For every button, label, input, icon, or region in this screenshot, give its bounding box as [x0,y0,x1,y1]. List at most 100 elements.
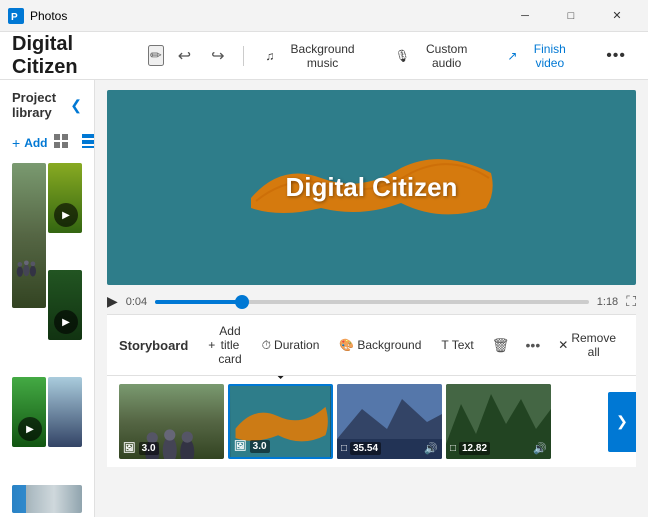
scrubber-thumb[interactable] [235,295,249,309]
film-item-label-4: □ 12.82 [450,442,490,455]
minimize-button[interactable]: ─ [502,0,548,32]
media-item-2[interactable]: ▶ [48,163,82,233]
text-icon: T [441,338,448,352]
close-button[interactable]: ✕ [594,0,640,32]
add-media-button[interactable]: + Add [12,135,48,151]
add-title-card-button[interactable]: + Add title card [200,321,249,369]
add-title-icon: + [208,338,215,352]
film-icon-1: 🖼 [123,443,136,454]
text-label: Text [452,338,474,352]
scrubber-bar: ▶ 0:04 1:18 ⛶ [107,285,636,314]
film-duration-4: 12.82 [459,442,490,455]
storyboard-title: Storyboard [119,338,188,353]
remove-all-button[interactable]: ✕ Remove all [550,328,624,362]
filmstrip-item-2[interactable]: 🖼 3.0 [228,384,333,459]
filmstrip-scroll-right[interactable]: ❯ [608,392,636,452]
more-options-button[interactable]: ••• [596,43,636,69]
play-button[interactable]: ▶ [107,293,118,310]
music-icon: ♫ [265,49,274,63]
main-layout: Project library ❮ + Add [0,80,648,517]
audio-indicator-3: 🔊 [424,442,438,455]
custom-audio-label: Custom audio [414,42,479,70]
preview-title: Digital Citizen [286,172,458,203]
project-title: Digital Citizen [12,33,132,79]
duration-button[interactable]: ⏱ Duration [254,335,328,356]
film-duration-1: 3.0 [139,442,159,455]
media-item-3[interactable]: ▶ [48,270,82,340]
film-icon-4: □ [450,443,456,454]
custom-audio-button[interactable]: 🎙 Custom audio [385,38,490,74]
background-icon: 🎨 [339,338,354,352]
storyboard-toolbar: Storyboard + Add title card ⏱ Duration 🎨… [107,315,636,376]
finish-video-button[interactable]: ↗ Finish video [497,38,588,74]
audio-indicator-4: 🔊 [533,442,547,455]
duration-icon: ⏱ [262,338,271,353]
list-view-button[interactable] [76,130,95,155]
window-controls: ─ □ ✕ [502,0,640,32]
text-button[interactable]: T Text [433,335,481,355]
separator-1 [243,46,244,66]
film-duration-3: 35.54 [350,442,381,455]
add-label: Add [24,136,47,150]
media-thumbnail-1 [12,221,46,308]
storyboard-section: Storyboard + Add title card ⏱ Duration 🎨… [107,314,636,467]
maximize-button[interactable]: □ [548,0,594,32]
add-icon: + [12,135,20,151]
view-toggle [48,130,95,155]
media-item-5[interactable] [48,377,82,447]
filmstrip-item-4[interactable]: □ 12.82 🔊 [446,384,551,459]
filmstrip-item-3[interactable]: □ 35.54 🔊 [337,384,442,459]
video-preview: Digital Citizen [107,90,636,285]
window-title: Photos [30,9,67,23]
panel-header: Project library ❮ [0,80,94,126]
remove-label: Remove all [571,331,616,359]
current-time: 0:04 [126,296,147,308]
undo-button[interactable]: ↩ [172,42,197,70]
more-storyboard-button[interactable]: ••• [520,334,547,356]
media-item-1[interactable] [12,163,46,308]
grid-icon [53,133,69,149]
filmstrip: 🖼 3.0 Title card 🖼 3.0 [107,376,636,467]
background-label: Background [357,338,421,352]
add-bar: + Add [0,126,94,163]
list-icon [81,133,95,149]
add-title-label: Add title card [218,324,241,366]
film-icon-3: □ [341,443,347,454]
scrubber-track[interactable] [155,300,589,304]
redo-button[interactable]: ↪ [205,42,230,70]
film-item-label-1: 🖼 3.0 [123,442,159,455]
scrubber-fill [155,300,242,304]
play-overlay-2[interactable]: ▶ [54,203,78,227]
trash-button[interactable]: 🗑 [486,334,516,357]
film-item-label-3: □ 35.54 [341,442,381,455]
grid-view-button[interactable] [48,130,74,155]
play-overlay-3[interactable]: ▶ [54,310,78,334]
bg-music-label: Background music [278,42,366,70]
finish-video-label: Finish video [521,42,578,70]
finish-icon: ↗ [507,49,517,63]
strip-marker [12,485,26,513]
remove-icon: ✕ [558,338,568,352]
filmstrip-item-1[interactable]: 🖼 3.0 [119,384,224,459]
right-panel: Digital Citizen ▶ 0:04 1:18 ⛶ Storyboard… [95,80,648,517]
svg-text:P: P [11,12,18,23]
media-strip [12,485,82,513]
film-duration-2: 3.0 [250,440,270,453]
bg-music-button[interactable]: ♫ Background music [255,38,376,74]
media-grid: ▶ ▶ ▶ [0,163,94,481]
filmstrip-item-2-wrapper: Title card 🖼 3.0 [228,384,333,459]
media-item-4[interactable]: ▶ [12,377,46,447]
duration-label: Duration [274,338,319,352]
film-item-label-2: 🖼 3.0 [234,440,270,453]
total-time: 1:18 [597,296,618,308]
audio-icon: 🎙 [395,49,410,63]
expand-preview-button[interactable]: ⛶ [626,293,636,310]
app-bar: Digital Citizen ✏ ↩ ↪ ♫ Background music… [0,32,648,80]
left-panel: Project library ❮ + Add [0,80,95,517]
play-overlay-4[interactable]: ▶ [18,417,42,441]
edit-title-button[interactable]: ✏ [148,45,164,66]
title-bar: P Photos ─ □ ✕ [0,0,648,32]
background-button[interactable]: 🎨 Background [331,335,429,355]
app-icon: P [8,8,24,24]
collapse-panel-button[interactable]: ❮ [70,97,82,114]
